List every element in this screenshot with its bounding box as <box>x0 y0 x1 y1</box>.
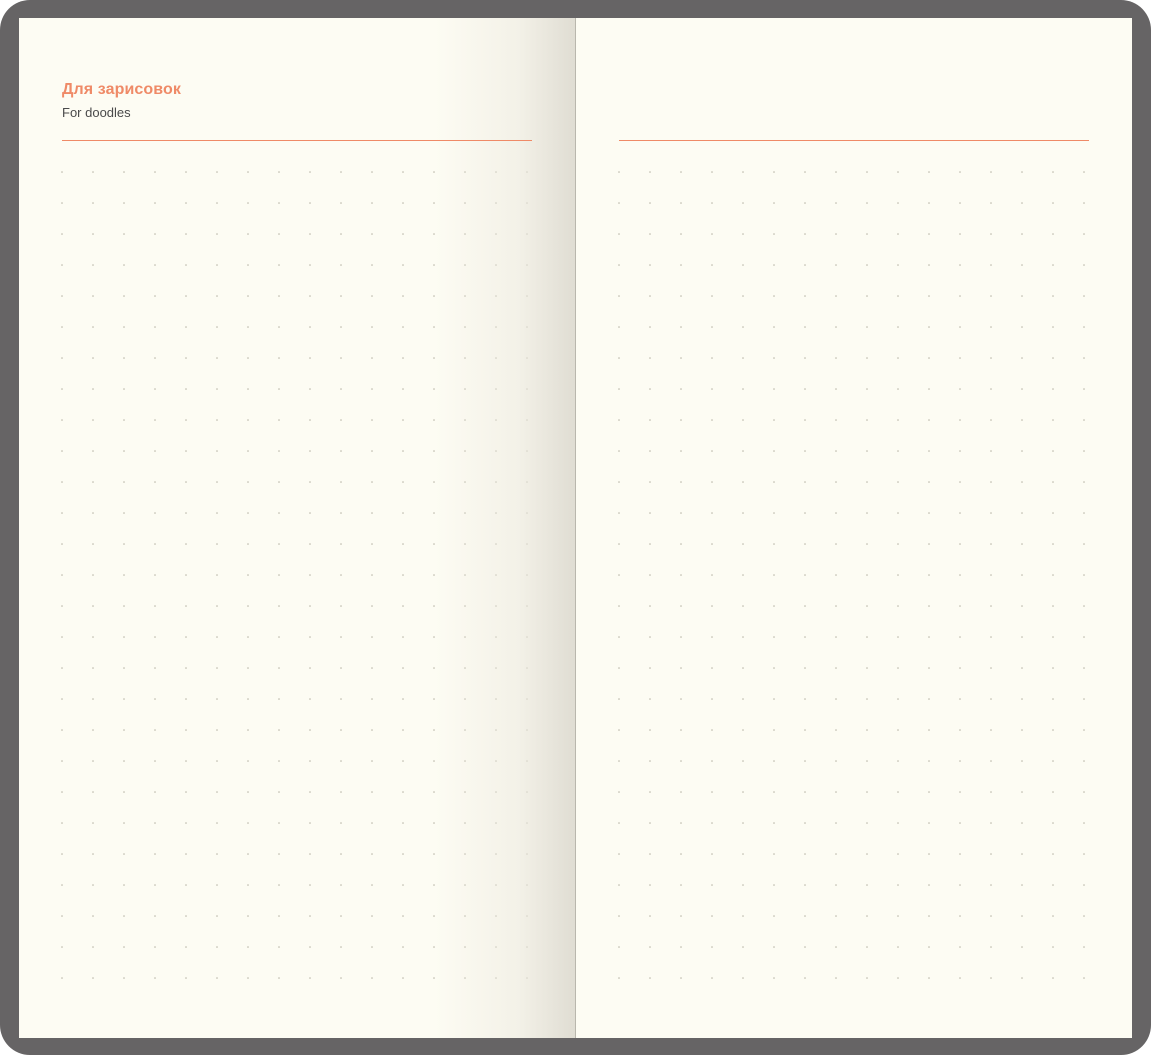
dot-grid-right <box>618 171 1085 979</box>
header-rule-left <box>62 140 532 141</box>
right-page <box>576 18 1132 1038</box>
page-title: Для зарисовок <box>62 81 181 98</box>
left-page: Для зарисовок For doodles <box>19 18 575 1038</box>
dot-grid-left <box>61 171 528 979</box>
page-subtitle: For doodles <box>62 105 131 120</box>
header-rule-right <box>619 140 1089 141</box>
